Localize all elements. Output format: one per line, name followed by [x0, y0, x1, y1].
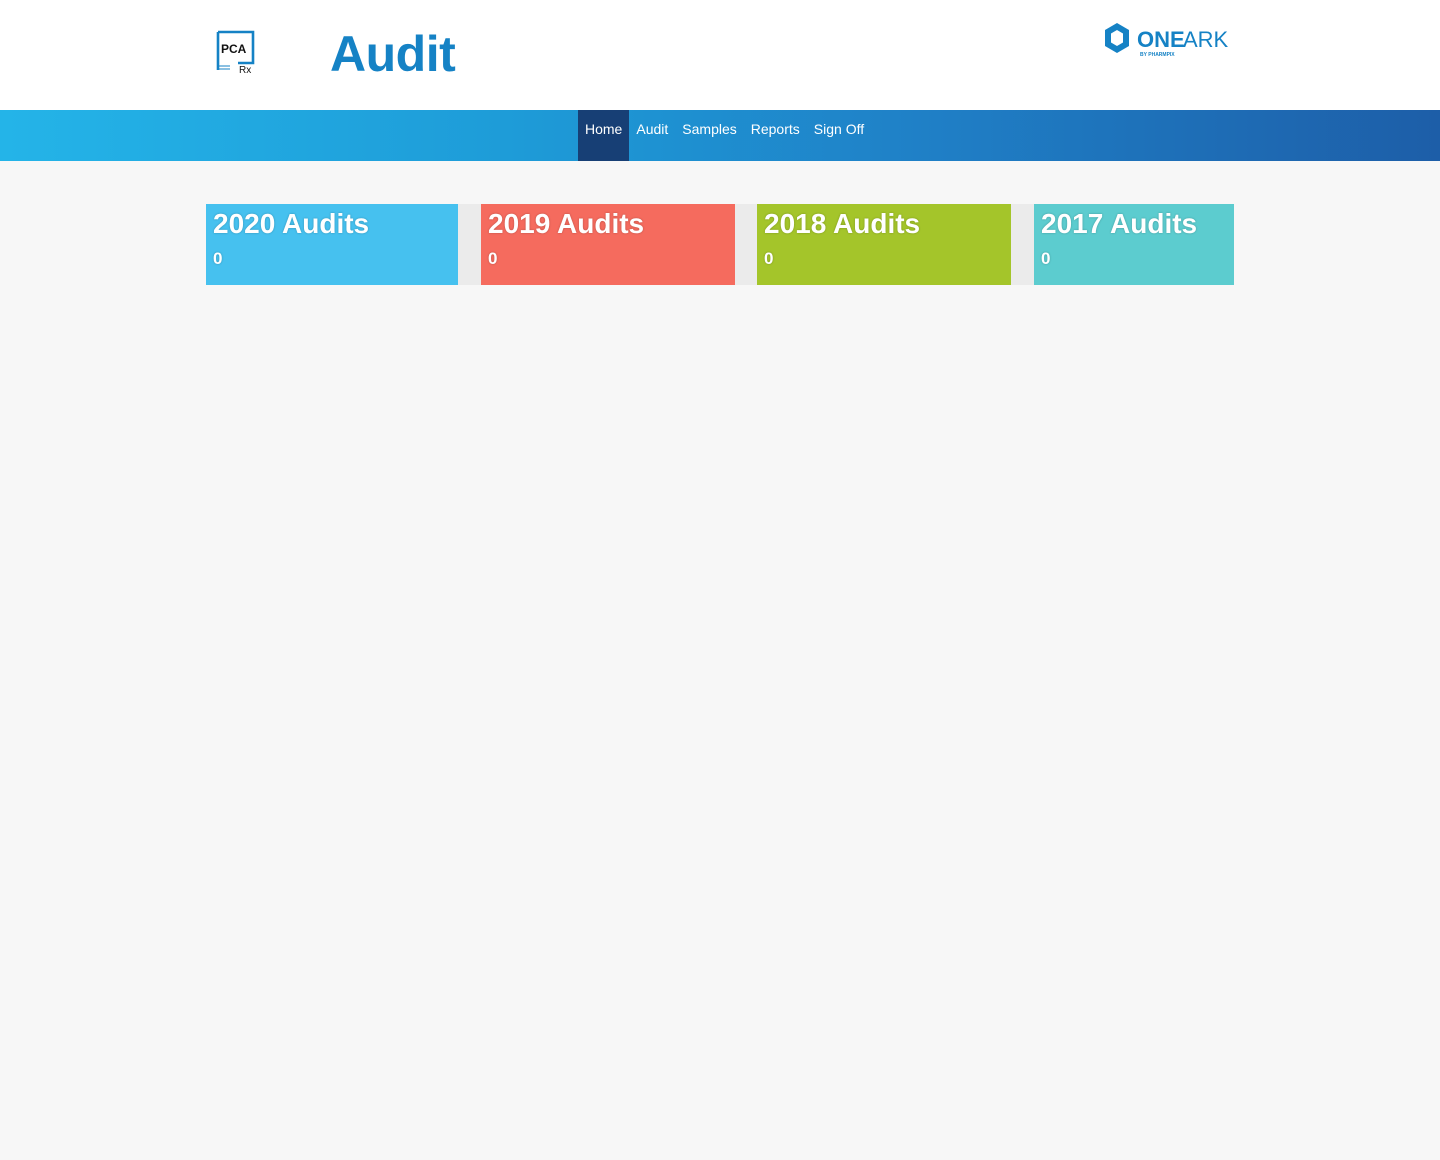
nav-item-audit[interactable]: Audit — [629, 110, 675, 161]
tile-title: 2019 Audits — [488, 208, 645, 239]
tile-2018-audits[interactable]: 2018 Audits 0 — [757, 204, 1011, 285]
tile-count: 0 — [213, 249, 223, 268]
nav-item-home[interactable]: Home — [578, 110, 630, 161]
pca-logo-rx-text: Rx — [239, 65, 251, 76]
main-navbar: Home Audit Samples Reports Sign Off — [0, 110, 1440, 161]
nav-item-samples[interactable]: Samples — [675, 110, 743, 161]
nav-item-sign-off[interactable]: Sign Off — [807, 110, 871, 161]
tile-title: 2018 Audits — [764, 208, 921, 239]
tile-count: 0 — [764, 249, 774, 268]
oneark-logo-byline: BY PHARMPIX — [1140, 52, 1175, 58]
audit-tiles: 2020 Audits 0 2019 Audits 0 2018 Audits … — [206, 204, 1234, 285]
pca-logo-text: PCA — [221, 42, 247, 56]
oneark-logo-ark-text: ARK — [1183, 27, 1229, 52]
tile-2020-audits[interactable]: 2020 Audits 0 — [206, 204, 458, 285]
nav-menu: Home Audit Samples Reports Sign Off — [578, 110, 871, 161]
header: PCA Rx Audit ONE ARK BY PHARMPIX — [0, 0, 1440, 110]
pca-rx-logo-icon: PCA Rx — [216, 30, 255, 76]
tile-2017-audits[interactable]: 2017 Audits 0 — [1034, 204, 1234, 285]
tile-title: 2020 Audits — [213, 208, 370, 239]
tile-count: 0 — [488, 249, 498, 268]
nav-item-reports[interactable]: Reports — [744, 110, 807, 161]
tile-2019-audits[interactable]: 2019 Audits 0 — [481, 204, 735, 285]
oneark-logo[interactable]: ONE ARK BY PHARMPIX — [1102, 22, 1238, 58]
oneark-logo-one-text: ONE — [1137, 27, 1185, 52]
page-title: Audit — [330, 26, 456, 82]
tile-title: 2017 Audits — [1041, 208, 1198, 239]
oneark-hexagon-logo-icon: ONE ARK BY PHARMPIX — [1105, 23, 1229, 58]
pca-logo[interactable]: PCA Rx — [216, 30, 256, 78]
tile-count: 0 — [1041, 249, 1051, 268]
